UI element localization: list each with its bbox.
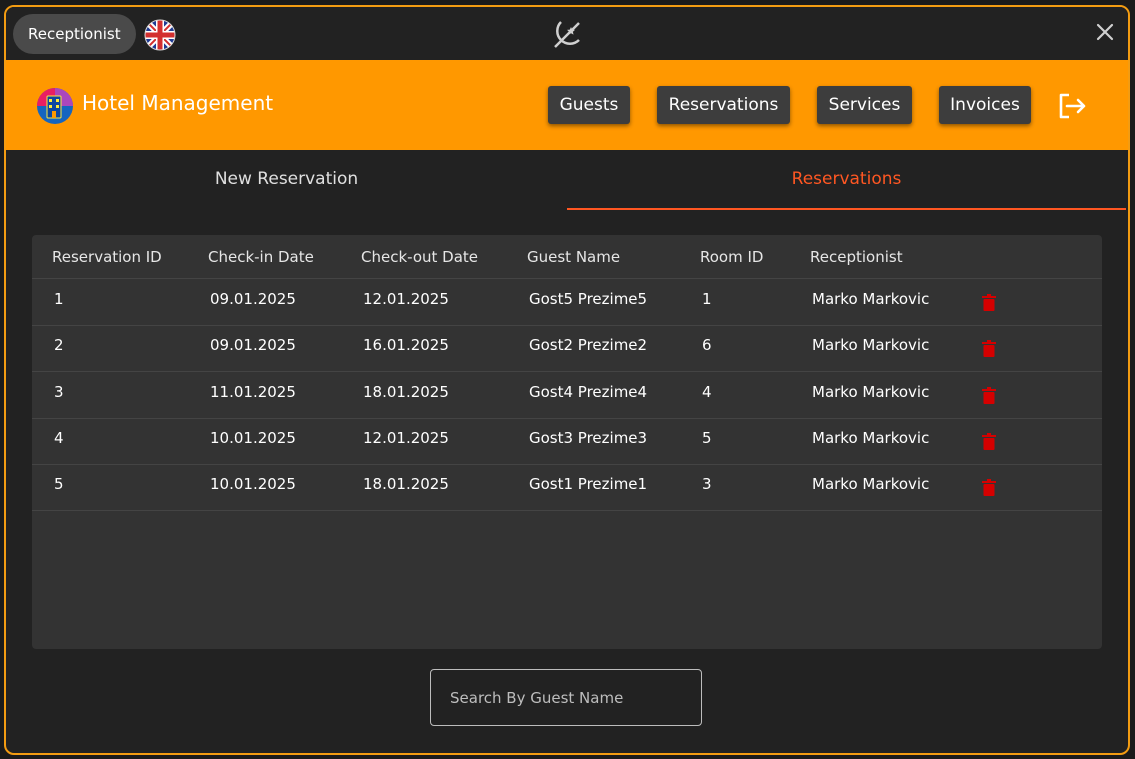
cell-reservation-id: 2 bbox=[54, 336, 64, 354]
trash-icon[interactable] bbox=[982, 387, 996, 404]
cell-receptionist: Marko Markovic bbox=[812, 336, 930, 354]
table-row[interactable]: 1 09.01.2025 12.01.2025 Gost5 Prezime5 1… bbox=[32, 279, 1102, 326]
close-icon[interactable] bbox=[1092, 19, 1118, 45]
tab-bar: New Reservation Reservations bbox=[6, 150, 1128, 210]
cell-check-in: 10.01.2025 bbox=[210, 429, 296, 447]
uk-flag-icon[interactable] bbox=[144, 19, 176, 51]
title-bar: Receptionist bbox=[6, 7, 1128, 60]
app-title: Hotel Management bbox=[82, 91, 274, 115]
tab-reservations[interactable]: Reservations bbox=[567, 150, 1126, 210]
cell-check-out: 12.01.2025 bbox=[363, 429, 449, 447]
cell-room-id: 5 bbox=[702, 429, 712, 447]
column-header[interactable]: Guest Name bbox=[527, 248, 620, 266]
search-guest-input[interactable] bbox=[430, 669, 702, 726]
logout-icon[interactable] bbox=[1058, 93, 1088, 119]
nav-reservations-button[interactable]: Reservations bbox=[657, 86, 790, 124]
role-badge: Receptionist bbox=[13, 14, 136, 54]
cell-room-id: 3 bbox=[702, 475, 712, 493]
cell-check-out: 18.01.2025 bbox=[363, 475, 449, 493]
cell-receptionist: Marko Markovic bbox=[812, 475, 930, 493]
column-header[interactable]: Check-in Date bbox=[208, 248, 314, 266]
table-row[interactable]: 4 10.01.2025 12.01.2025 Gost3 Prezime3 5… bbox=[32, 418, 1102, 465]
cell-room-id: 4 bbox=[702, 383, 712, 401]
table-row[interactable]: 2 09.01.2025 16.01.2025 Gost2 Prezime2 6… bbox=[32, 325, 1102, 372]
column-header[interactable]: Check-out Date bbox=[361, 248, 478, 266]
cell-receptionist: Marko Markovic bbox=[812, 429, 930, 447]
cell-check-in: 09.01.2025 bbox=[210, 290, 296, 308]
trash-icon[interactable] bbox=[982, 294, 996, 311]
cell-check-in: 11.01.2025 bbox=[210, 383, 296, 401]
cell-guest-name: Gost3 Prezime3 bbox=[529, 429, 648, 447]
cell-check-out: 12.01.2025 bbox=[363, 290, 449, 308]
column-header[interactable]: Receptionist bbox=[810, 248, 903, 266]
hotel-logo-icon bbox=[37, 88, 73, 124]
theme-toggle-icon[interactable] bbox=[549, 17, 585, 53]
cell-reservation-id: 5 bbox=[54, 475, 64, 493]
cell-reservation-id: 1 bbox=[54, 290, 64, 308]
cell-reservation-id: 4 bbox=[54, 429, 64, 447]
nav-invoices-button[interactable]: Invoices bbox=[939, 86, 1031, 124]
column-header[interactable]: Reservation ID bbox=[52, 248, 162, 266]
table-row[interactable]: 5 10.01.2025 18.01.2025 Gost1 Prezime1 3… bbox=[32, 464, 1102, 511]
cell-guest-name: Gost1 Prezime1 bbox=[529, 475, 648, 493]
reservations-table: Reservation ID Check-in Date Check-out D… bbox=[32, 235, 1102, 649]
nav-guests-button[interactable]: Guests bbox=[548, 86, 630, 124]
trash-icon[interactable] bbox=[982, 433, 996, 450]
cell-reservation-id: 3 bbox=[54, 383, 64, 401]
column-header[interactable]: Room ID bbox=[700, 248, 763, 266]
app-window: Receptionist Hotel Management Guests Res… bbox=[4, 5, 1130, 755]
cell-check-out: 18.01.2025 bbox=[363, 383, 449, 401]
cell-check-in: 10.01.2025 bbox=[210, 475, 296, 493]
cell-guest-name: Gost5 Prezime5 bbox=[529, 290, 648, 308]
cell-guest-name: Gost2 Prezime2 bbox=[529, 336, 648, 354]
cell-room-id: 1 bbox=[702, 290, 712, 308]
cell-receptionist: Marko Markovic bbox=[812, 290, 930, 308]
cell-guest-name: Gost4 Prezime4 bbox=[529, 383, 648, 401]
cell-check-in: 09.01.2025 bbox=[210, 336, 296, 354]
app-header: Hotel Management Guests Reservations Ser… bbox=[6, 60, 1128, 150]
cell-receptionist: Marko Markovic bbox=[812, 383, 930, 401]
table-header: Reservation ID Check-in Date Check-out D… bbox=[32, 235, 1102, 279]
table-row[interactable]: 3 11.01.2025 18.01.2025 Gost4 Prezime4 4… bbox=[32, 372, 1102, 419]
tab-new-reservation[interactable]: New Reservation bbox=[6, 150, 567, 208]
nav-services-button[interactable]: Services bbox=[817, 86, 912, 124]
trash-icon[interactable] bbox=[982, 340, 996, 357]
cell-check-out: 16.01.2025 bbox=[363, 336, 449, 354]
trash-icon[interactable] bbox=[982, 479, 996, 496]
cell-room-id: 6 bbox=[702, 336, 712, 354]
